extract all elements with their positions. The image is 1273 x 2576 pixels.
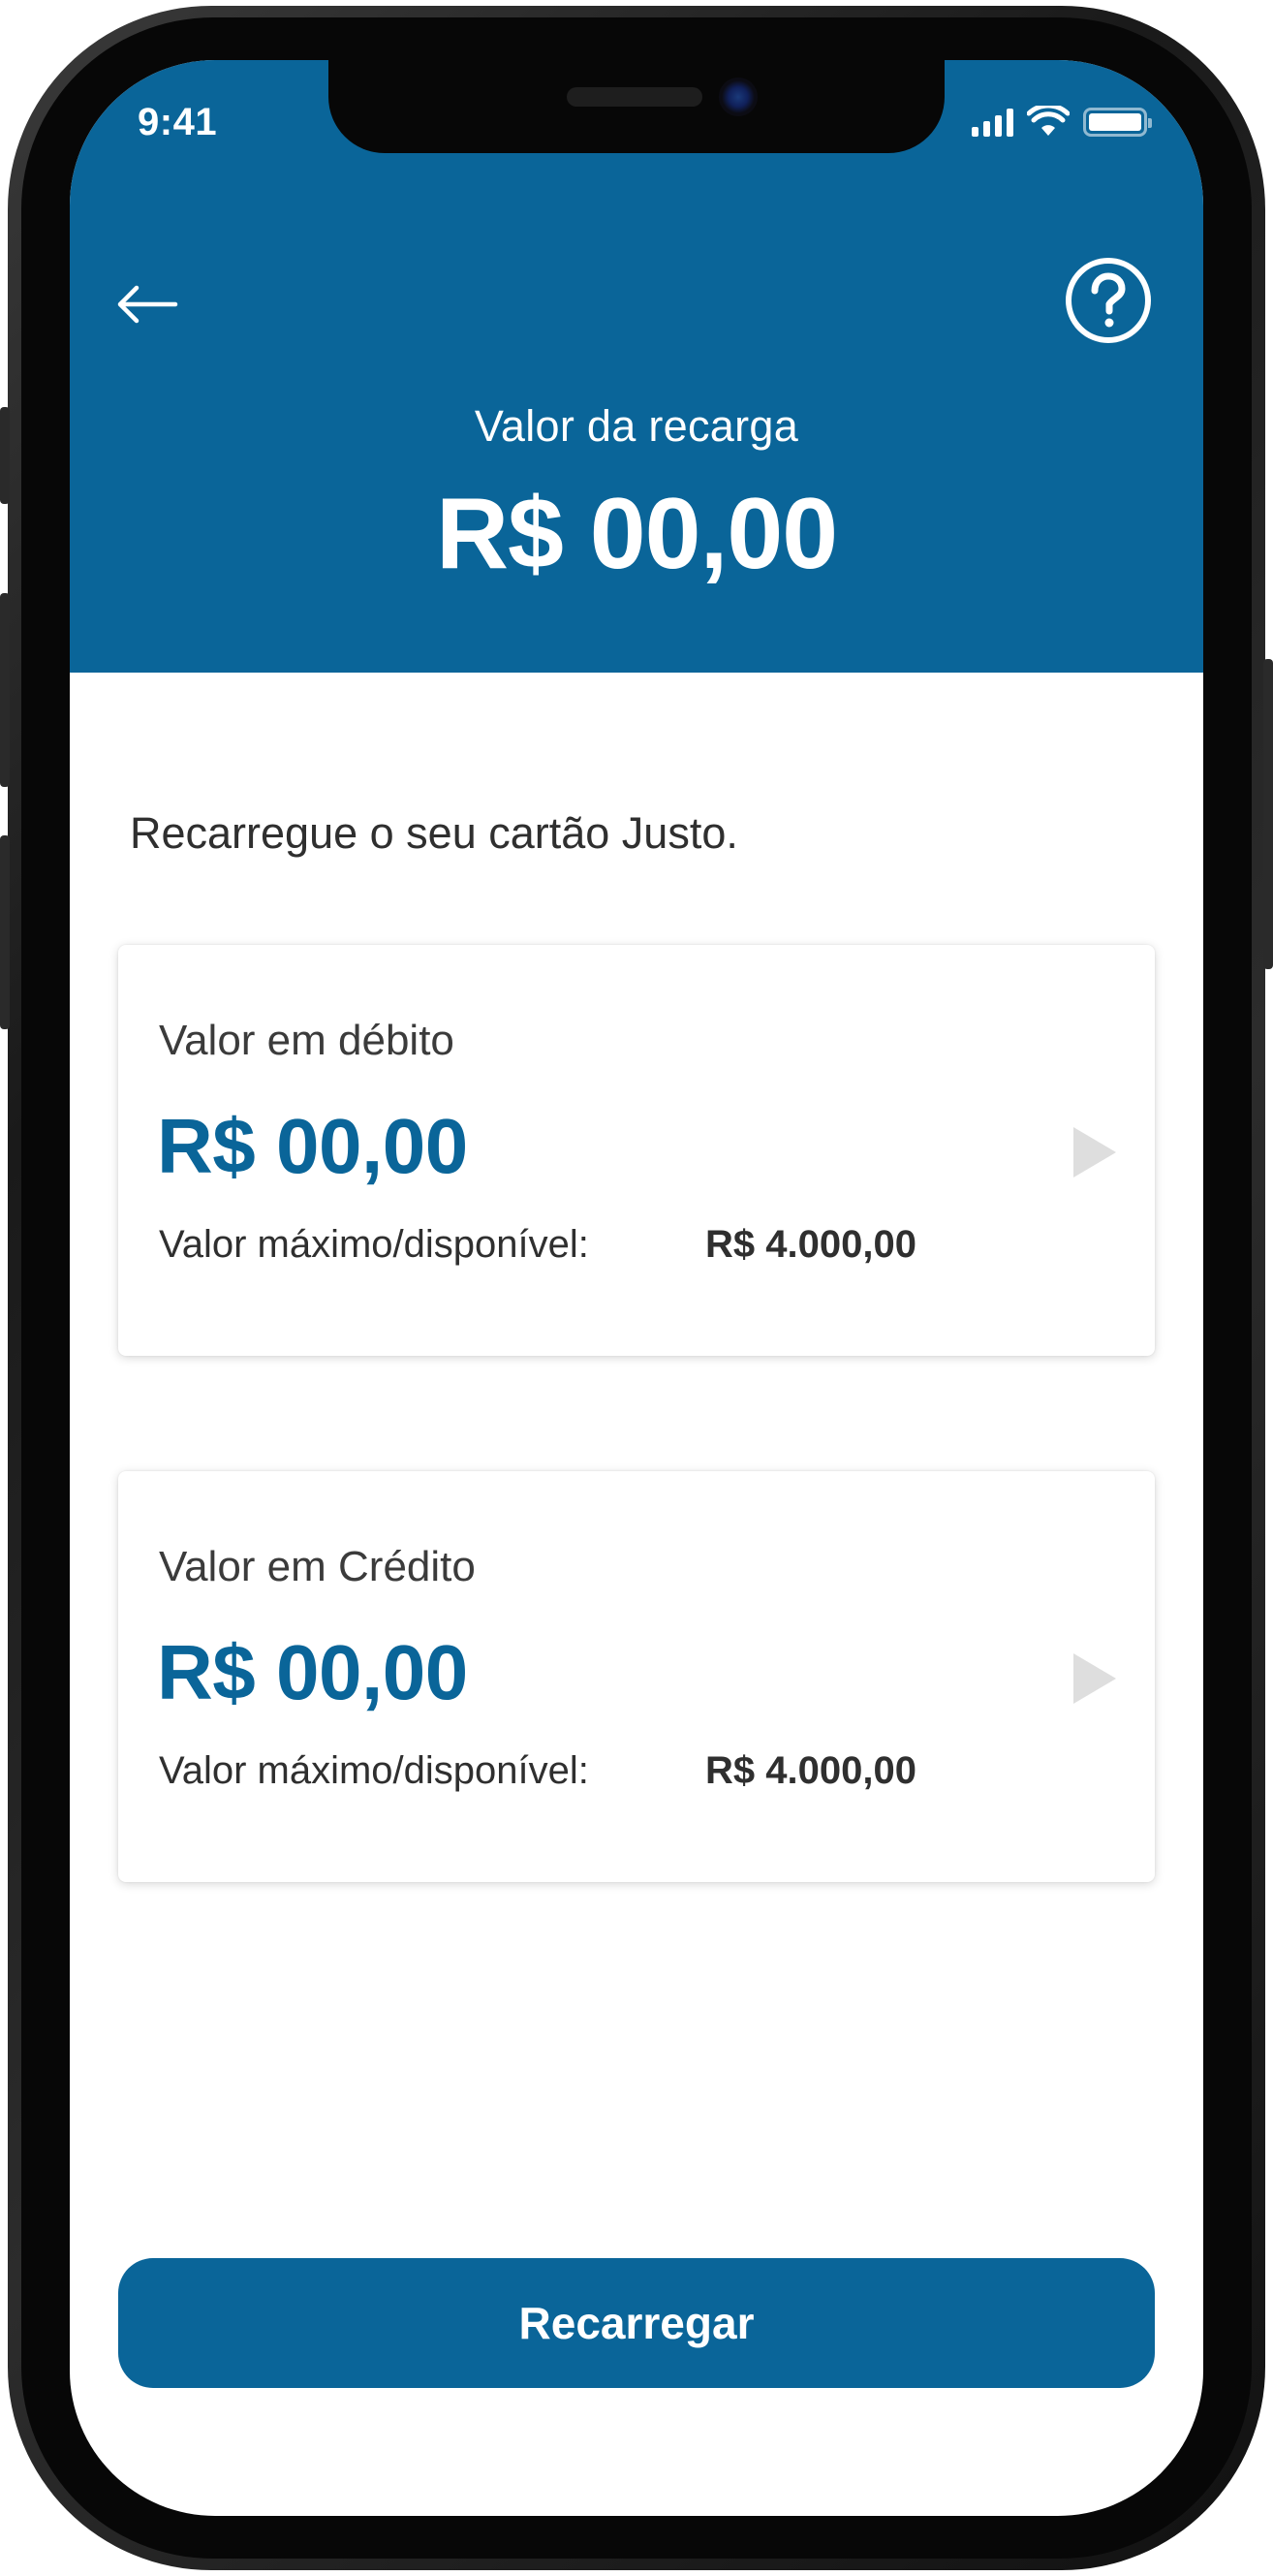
help-button[interactable] — [1062, 254, 1155, 347]
battery-icon — [1083, 108, 1152, 137]
speaker-grille — [567, 87, 702, 107]
debit-amount: R$ 00,00 — [157, 1103, 468, 1189]
front-camera — [719, 78, 758, 116]
credit-label: Valor em Crédito — [159, 1543, 476, 1590]
credit-value-card[interactable]: Valor em Crédito R$ 00,00 Valor máximo/d… — [118, 1471, 1155, 1882]
play-arrow-icon — [1073, 1127, 1116, 1178]
credit-max-value: R$ 4.000,00 — [705, 1749, 916, 1792]
credit-max-label: Valor máximo/disponível: — [159, 1749, 589, 1792]
back-button[interactable] — [109, 266, 186, 343]
side-button-volume-up — [0, 593, 10, 787]
side-button-mute — [0, 407, 10, 504]
notch — [328, 60, 945, 153]
header: 9:41 Valor da recarga R$ 00,00 — [70, 60, 1203, 673]
play-arrow-icon — [1073, 1653, 1116, 1704]
intro-text: Recarregue o seu cartão Justo. — [130, 808, 738, 858]
cellular-signal-icon — [972, 108, 1013, 137]
recharge-value-amount: R$ 00,00 — [435, 478, 838, 590]
debit-label: Valor em débito — [159, 1017, 454, 1064]
app-screen: 9:41 Valor da recarga R$ 00,00 Recarregu… — [70, 60, 1203, 2516]
recharge-button[interactable]: Recarregar — [118, 2258, 1155, 2388]
credit-amount: R$ 00,00 — [157, 1629, 468, 1715]
debit-max-label: Valor máximo/disponível: — [159, 1223, 589, 1266]
recharge-value-label: Valor da recarga — [474, 401, 799, 451]
status-time: 9:41 — [138, 101, 218, 143]
status-icons — [972, 103, 1152, 141]
side-button-power — [1263, 659, 1273, 969]
arrow-left-icon — [117, 285, 178, 324]
side-button-volume-down — [0, 835, 10, 1029]
debit-value-card[interactable]: Valor em débito R$ 00,00 Valor máximo/di… — [118, 945, 1155, 1356]
wifi-icon — [1027, 106, 1070, 136]
debit-max-value: R$ 4.000,00 — [705, 1223, 916, 1266]
question-circle-icon — [1066, 258, 1151, 343]
